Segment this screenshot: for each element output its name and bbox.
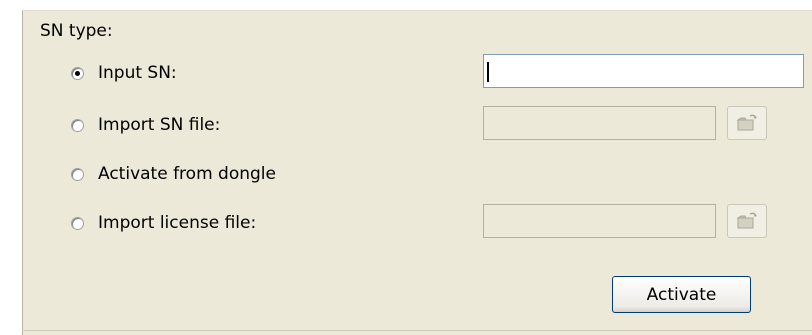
- activate-from-dongle-label: Activate from dongle: [98, 164, 276, 184]
- activate-button[interactable]: Activate: [612, 276, 751, 313]
- input-sn-label: Input SN:: [98, 63, 177, 83]
- folder-open-icon: [736, 114, 757, 131]
- license-file-path-field[interactable]: [483, 204, 716, 238]
- radio-selected-dot: [75, 70, 80, 76]
- browse-sn-file-button[interactable]: [727, 106, 767, 140]
- sn-file-path-field[interactable]: [483, 106, 716, 140]
- import-sn-file-label: Import SN file:: [98, 115, 221, 135]
- input-sn-radio[interactable]: [71, 66, 84, 80]
- sn-type-panel: SN type: Input SN: Import SN file: Activ…: [22, 10, 812, 335]
- import-sn-file-radio[interactable]: [71, 118, 84, 132]
- import-license-file-label: Import license file:: [98, 213, 257, 233]
- import-sn-file-option[interactable]: Import SN file:: [71, 113, 220, 137]
- text-caret: [487, 62, 489, 82]
- input-sn-option[interactable]: Input SN:: [71, 61, 177, 85]
- folder-open-icon: [736, 212, 757, 229]
- browse-license-file-button[interactable]: [727, 204, 767, 238]
- import-license-file-option[interactable]: Import license file:: [71, 211, 256, 235]
- sn-input[interactable]: [483, 54, 804, 88]
- panel-divider: [22, 330, 812, 331]
- activate-from-dongle-option[interactable]: Activate from dongle: [71, 162, 276, 186]
- activate-from-dongle-radio[interactable]: [71, 167, 84, 181]
- sn-type-label: SN type:: [40, 21, 113, 41]
- import-license-file-radio[interactable]: [71, 216, 84, 230]
